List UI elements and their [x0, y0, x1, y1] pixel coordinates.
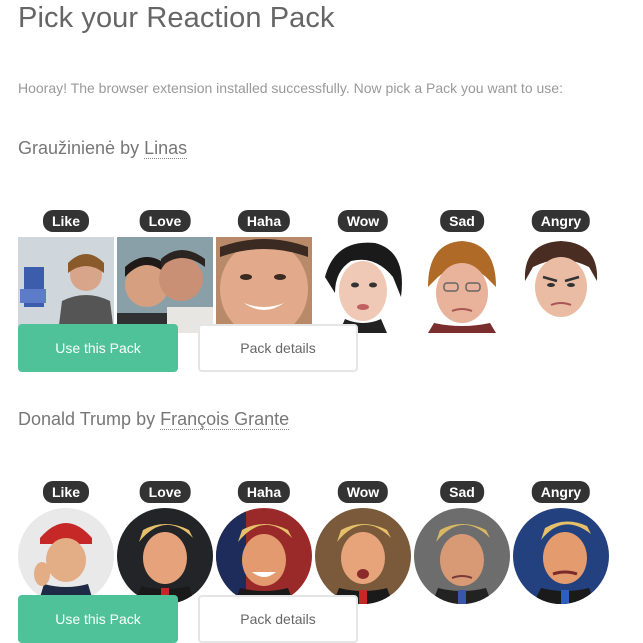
pack-details-button[interactable]: Pack details — [198, 324, 358, 372]
reaction-love[interactable]: Love — [117, 210, 213, 333]
pack-author-link[interactable]: François Grante — [160, 409, 290, 430]
reaction-haha-label: Haha — [237, 210, 291, 232]
reaction-angry-label: Angry — [531, 481, 591, 503]
reaction-angry[interactable]: Angry — [513, 210, 609, 333]
reaction-like-image — [18, 237, 114, 333]
pack-header: Donald Trump by François Grante — [18, 409, 638, 433]
reaction-haha[interactable]: Haha — [216, 210, 312, 333]
intro-text: Hooray! The browser extension installed … — [18, 80, 563, 96]
page-title: Pick your Reaction Pack — [18, 2, 335, 34]
reaction-sad-image — [414, 508, 510, 604]
reaction-haha-image — [216, 237, 312, 333]
reaction-haha-image — [216, 508, 312, 604]
reaction-wow-image — [315, 237, 411, 333]
reaction-angry-label: Angry — [531, 210, 591, 232]
reaction-wow[interactable]: Wow — [315, 481, 411, 604]
reaction-sad-label: Sad — [440, 481, 484, 503]
reaction-row: Like Love Haha Wow Sad Angry — [18, 433, 638, 604]
pack-name: Donald Trump — [18, 409, 132, 429]
reaction-haha[interactable]: Haha — [216, 481, 312, 604]
pack-header: Graužinienė by Linas — [18, 138, 638, 162]
pack-details-button[interactable]: Pack details — [198, 595, 358, 643]
pack-donald-trump: Donald Trump by François Grante Like Lov… — [18, 409, 638, 643]
reaction-angry-image — [513, 237, 609, 333]
reaction-row: Like Love Haha Wow Sad Angry — [18, 162, 638, 333]
reaction-love-label: Love — [139, 481, 191, 503]
reaction-sad-label: Sad — [440, 210, 484, 232]
reaction-sad-image — [414, 237, 510, 333]
reaction-love-image — [117, 237, 213, 333]
pack-grauziniene: Graužinienė by Linas Like Love Haha Wow … — [18, 138, 638, 372]
use-pack-button[interactable]: Use this Pack — [18, 595, 178, 643]
reaction-angry[interactable]: Angry — [513, 481, 609, 604]
reaction-sad[interactable]: Sad — [414, 210, 510, 333]
use-pack-button[interactable]: Use this Pack — [18, 324, 178, 372]
reaction-sad[interactable]: Sad — [414, 481, 510, 604]
reaction-like-image — [18, 508, 114, 604]
reaction-like[interactable]: Like — [18, 210, 114, 333]
pack-by: by — [120, 138, 140, 158]
reaction-wow-image — [315, 508, 411, 604]
reaction-wow-label: Wow — [337, 210, 389, 232]
reaction-wow-label: Wow — [337, 481, 389, 503]
reaction-like-label: Like — [42, 210, 90, 232]
reaction-haha-label: Haha — [237, 481, 291, 503]
reaction-wow[interactable]: Wow — [315, 210, 411, 333]
reaction-love-label: Love — [139, 210, 191, 232]
pack-author-link[interactable]: Linas — [144, 138, 188, 159]
reaction-like-label: Like — [42, 481, 90, 503]
reaction-love-image — [117, 508, 213, 604]
reaction-love[interactable]: Love — [117, 481, 213, 604]
pack-by: by — [136, 409, 156, 429]
pack-name: Graužinienė — [18, 138, 116, 158]
reaction-angry-image — [513, 508, 609, 604]
reaction-like[interactable]: Like — [18, 481, 114, 604]
